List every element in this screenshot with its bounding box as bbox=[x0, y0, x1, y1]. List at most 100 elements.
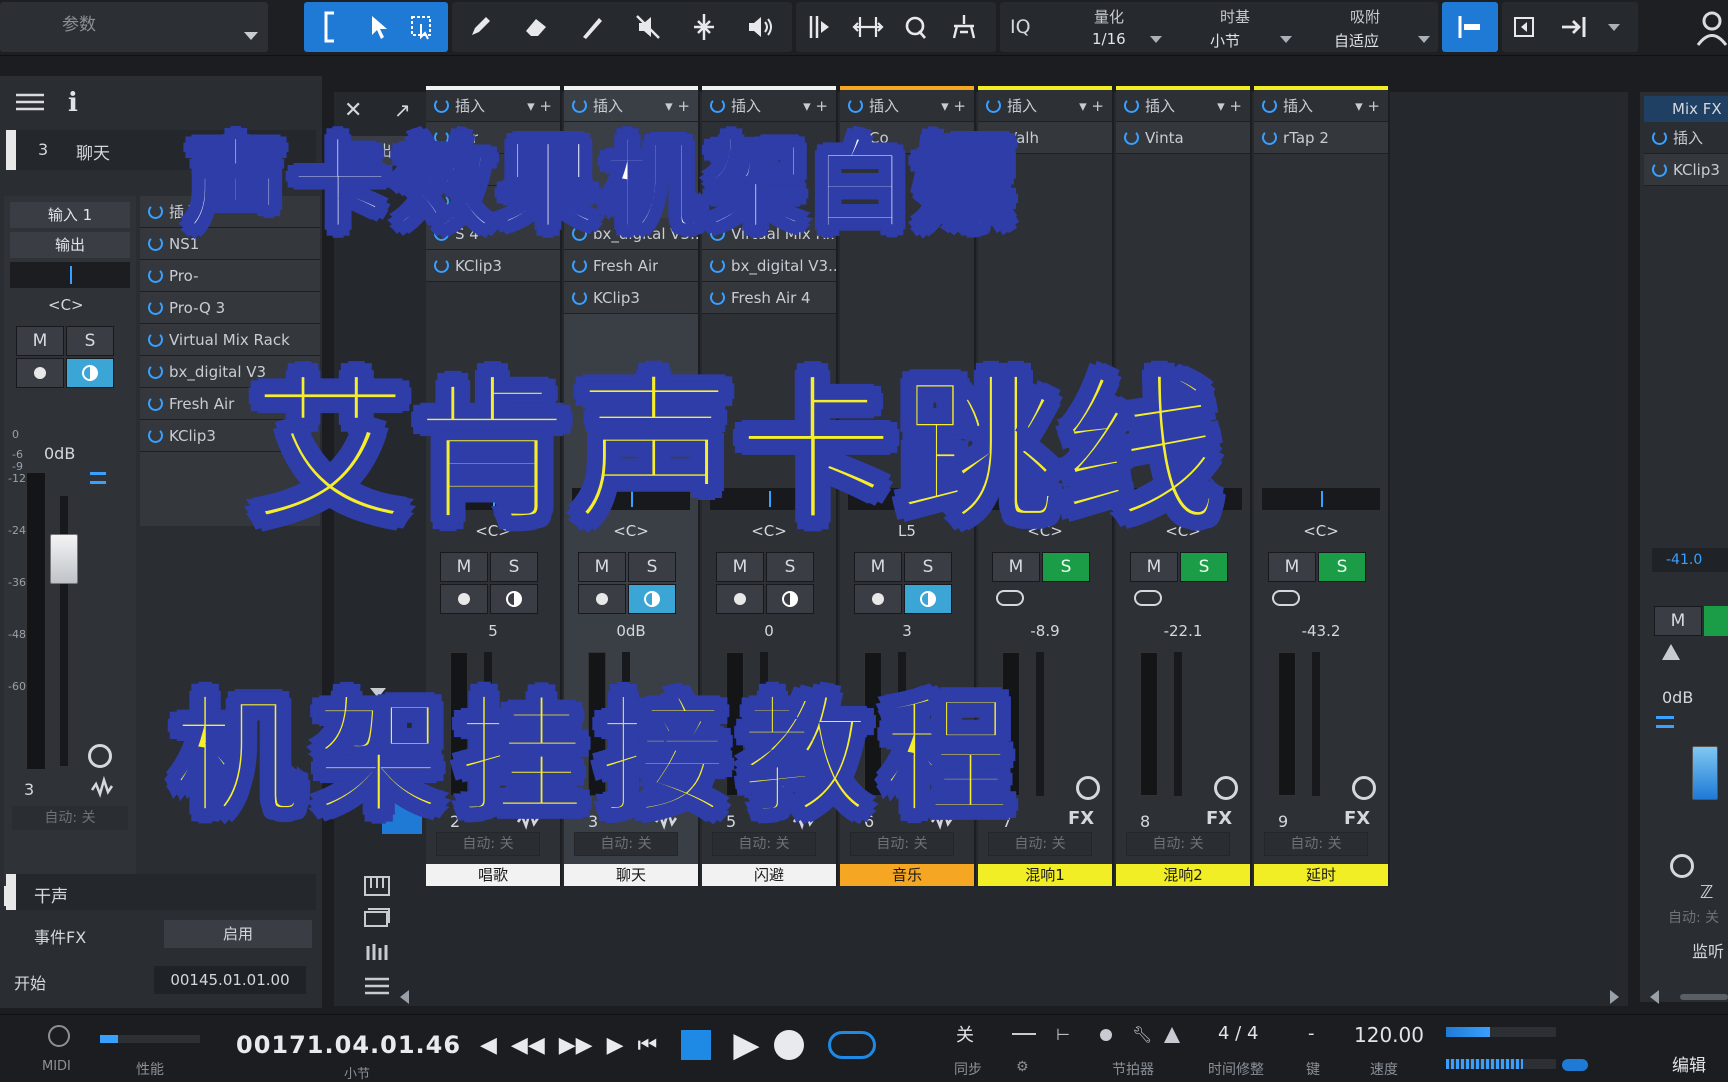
insert-slot[interactable]: Vinta bbox=[1116, 122, 1250, 154]
pan-slider[interactable] bbox=[1262, 488, 1380, 510]
insert-slot[interactable]: rTap 2 bbox=[1254, 122, 1388, 154]
solo-button[interactable]: S bbox=[766, 552, 814, 582]
midi-monitor-icon[interactable] bbox=[48, 1025, 70, 1047]
add-insert-icon[interactable]: ▾ + bbox=[1217, 97, 1242, 115]
scroll-left-icon[interactable] bbox=[400, 990, 409, 1004]
groove-icon[interactable] bbox=[940, 1, 988, 53]
toggle-icon[interactable] bbox=[1562, 1059, 1588, 1071]
volume-fader[interactable] bbox=[1692, 746, 1718, 800]
channel-name[interactable]: 延时 bbox=[1254, 864, 1388, 886]
eraser-tool-icon[interactable] bbox=[508, 1, 564, 53]
output-link-icon[interactable] bbox=[1076, 776, 1100, 800]
mixer-icon[interactable] bbox=[364, 942, 390, 962]
power-icon[interactable] bbox=[148, 332, 163, 347]
params-panel[interactable]: 参数 bbox=[0, 2, 268, 52]
metronome-icon[interactable] bbox=[1164, 1027, 1180, 1043]
return-zero-icon[interactable]: ⏮ bbox=[638, 1033, 658, 1058]
chevron-down-icon[interactable] bbox=[1150, 36, 1162, 43]
solo-button[interactable]: S bbox=[1042, 552, 1090, 582]
mute-button[interactable]: M bbox=[992, 552, 1040, 582]
record-arm-button[interactable] bbox=[16, 358, 64, 388]
solo-button[interactable]: S bbox=[628, 552, 676, 582]
menu-icon[interactable] bbox=[16, 92, 44, 112]
edit-button[interactable]: 编辑 bbox=[1672, 1051, 1706, 1076]
insert-slot[interactable]: KClip3 bbox=[1644, 154, 1728, 186]
key-value[interactable]: - bbox=[1308, 1023, 1315, 1044]
mute-button[interactable]: M bbox=[440, 552, 488, 582]
send-link-icon[interactable] bbox=[1134, 590, 1162, 606]
power-icon[interactable] bbox=[148, 268, 163, 283]
meter-options-icon[interactable] bbox=[90, 472, 106, 484]
mute-button[interactable]: M bbox=[1268, 552, 1316, 582]
send-link-icon[interactable] bbox=[996, 590, 1024, 606]
timebase-value[interactable]: 小节 bbox=[1210, 30, 1240, 51]
monitor-button[interactable] bbox=[766, 584, 814, 614]
send-link-icon[interactable] bbox=[1272, 590, 1300, 606]
gear-icon[interactable]: ⚙ bbox=[1016, 1059, 1029, 1075]
enable-button[interactable]: 启用 bbox=[164, 920, 312, 948]
add-insert-icon[interactable]: ▾ + bbox=[1355, 97, 1380, 115]
channel-name[interactable]: 闪避 bbox=[702, 864, 836, 886]
locate-start-icon[interactable] bbox=[1502, 1, 1546, 53]
channel-strip[interactable]: 插入 ▾ + rTap 2 <C> M S -43.2 9 FX 自动: 关延时 bbox=[1254, 86, 1390, 886]
chevron-down-icon[interactable] bbox=[1418, 36, 1430, 43]
power-icon[interactable] bbox=[148, 204, 163, 219]
chevron-down-icon[interactable] bbox=[1280, 36, 1292, 43]
arrow-tool-icon[interactable] bbox=[356, 1, 400, 53]
forward-icon[interactable]: ▶▶ bbox=[559, 1033, 593, 1058]
chevron-down-icon[interactable] bbox=[244, 32, 258, 40]
snap-value[interactable]: 自适应 bbox=[1334, 30, 1379, 51]
volume-fader[interactable] bbox=[50, 534, 78, 584]
channel-name[interactable]: 音乐 bbox=[840, 864, 974, 886]
wrench-icon[interactable]: 🔧︎ bbox=[1132, 1025, 1152, 1044]
automation-mode[interactable]: 自动: 关 bbox=[1264, 832, 1368, 856]
iq-button[interactable]: IQ bbox=[1010, 16, 1031, 38]
record-arm-button[interactable] bbox=[716, 584, 764, 614]
power-icon[interactable] bbox=[1124, 98, 1139, 113]
punch-icon[interactable] bbox=[1012, 1027, 1036, 1035]
monitor-button[interactable] bbox=[628, 584, 676, 614]
precount-icon[interactable] bbox=[1100, 1029, 1112, 1041]
mixfx-header[interactable]: Mix FX bbox=[1644, 96, 1728, 122]
stop-icon[interactable] bbox=[681, 1030, 712, 1060]
scroll-right-icon[interactable] bbox=[1610, 990, 1619, 1004]
power-icon[interactable] bbox=[1124, 130, 1139, 145]
record-arm-button[interactable] bbox=[440, 584, 488, 614]
mute-button[interactable]: M bbox=[1654, 606, 1702, 636]
insert-header[interactable]: 插入 bbox=[1644, 122, 1728, 154]
automation-mode[interactable]: 自动: 关 bbox=[1126, 832, 1230, 856]
time-unit[interactable]: 小节 bbox=[344, 1063, 370, 1082]
mute-button[interactable]: M bbox=[16, 326, 64, 356]
power-icon[interactable] bbox=[572, 290, 587, 305]
metronome-icon[interactable] bbox=[1662, 644, 1680, 660]
dry-section[interactable]: 干声 bbox=[6, 874, 316, 910]
time-signature[interactable]: 4 / 4 bbox=[1218, 1023, 1258, 1044]
monitor-button[interactable] bbox=[490, 584, 538, 614]
power-icon[interactable] bbox=[148, 236, 163, 251]
solo-button[interactable]: S bbox=[490, 552, 538, 582]
step-forward-icon[interactable]: ▶ bbox=[607, 1033, 624, 1058]
stretch-icon[interactable] bbox=[844, 1, 892, 53]
info-icon[interactable]: i bbox=[68, 88, 78, 118]
chevron-down-icon[interactable] bbox=[1608, 23, 1620, 31]
arrow-right-end-icon[interactable] bbox=[1546, 1, 1602, 53]
insert-header[interactable]: 插入 ▾ + bbox=[1254, 90, 1388, 122]
power-icon[interactable] bbox=[148, 428, 163, 443]
add-insert-icon[interactable]: ▾ + bbox=[1079, 97, 1104, 115]
insert-slot[interactable]: Fresh Air bbox=[564, 250, 698, 282]
record-arm-button[interactable] bbox=[578, 584, 626, 614]
automation-mode[interactable]: 自动: 关 bbox=[12, 806, 128, 830]
pan-slider[interactable] bbox=[10, 262, 130, 288]
mute-button[interactable]: M bbox=[1130, 552, 1178, 582]
power-icon[interactable] bbox=[1652, 130, 1667, 145]
sync-value[interactable]: 关 bbox=[956, 1021, 974, 1047]
rewind-icon[interactable]: ◀◀ bbox=[511, 1033, 545, 1058]
power-icon[interactable] bbox=[148, 300, 163, 315]
meter-options-icon[interactable] bbox=[1656, 716, 1674, 728]
horizontal-scrollbar[interactable] bbox=[1680, 994, 1728, 1000]
power-icon[interactable] bbox=[710, 258, 725, 273]
split-tool-icon[interactable] bbox=[676, 1, 732, 53]
start-position-field[interactable]: 00145.01.01.00 bbox=[154, 966, 306, 994]
solo-button[interactable]: S bbox=[66, 326, 114, 356]
mute-button[interactable]: M bbox=[854, 552, 902, 582]
